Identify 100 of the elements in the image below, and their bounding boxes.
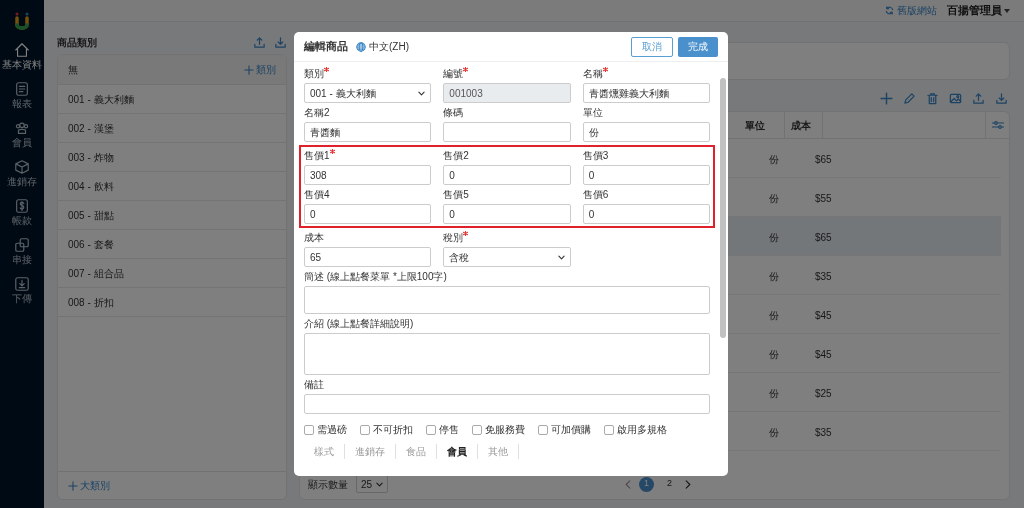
column-header[interactable]: 單位 bbox=[745, 117, 765, 133]
table-cell: $45 bbox=[815, 310, 832, 321]
field-label: 備註 bbox=[304, 378, 324, 392]
field-label: 售價3 bbox=[582, 149, 609, 163]
column-header[interactable]: 成本 bbox=[791, 117, 811, 133]
table-cell: $35 bbox=[815, 427, 832, 438]
table-cell: $65 bbox=[815, 154, 832, 165]
add-major-category-button[interactable]: 大類別 bbox=[68, 478, 110, 493]
table-cell: 份 bbox=[769, 193, 779, 204]
download-icon[interactable] bbox=[995, 91, 1008, 105]
logo-icon bbox=[14, 12, 30, 32]
text-area[interactable] bbox=[304, 333, 710, 375]
input-field[interactable] bbox=[443, 122, 571, 142]
tab[interactable]: 樣式 bbox=[304, 443, 345, 459]
upload-icon[interactable] bbox=[972, 91, 985, 105]
dollar-icon bbox=[14, 198, 30, 214]
input-field[interactable]: 65 bbox=[304, 247, 432, 267]
input-field[interactable]: 0 bbox=[304, 204, 432, 224]
text-area[interactable] bbox=[304, 286, 710, 314]
nav-item[interactable]: 帳款 bbox=[1, 197, 43, 227]
nav-item[interactable]: 串接 bbox=[1, 236, 43, 266]
chevron-right-icon[interactable] bbox=[685, 479, 691, 489]
nav-item[interactable]: 會員 bbox=[1, 119, 43, 149]
checkbox-label[interactable]: 需過磅 bbox=[317, 422, 347, 437]
category-item[interactable]: 003 - 炸物 bbox=[68, 149, 114, 165]
column-settings-icon[interactable] bbox=[991, 120, 1004, 130]
input-field[interactable]: 0 bbox=[443, 204, 571, 224]
table-cell: $65 bbox=[815, 232, 832, 243]
chevron-down-icon bbox=[418, 90, 426, 96]
user-menu[interactable]: 百揚管理員 bbox=[947, 2, 1010, 19]
checkbox[interactable] bbox=[538, 424, 548, 435]
confirm-button[interactable]: 完成 bbox=[678, 36, 718, 57]
checkbox[interactable] bbox=[360, 424, 370, 435]
cancel-button[interactable]: 取消 bbox=[631, 36, 673, 57]
page-button[interactable]: 2 bbox=[662, 476, 677, 492]
input-field[interactable]: 0 bbox=[443, 165, 571, 185]
table-cell: 份 bbox=[769, 427, 779, 438]
trash-icon[interactable] bbox=[926, 91, 939, 105]
input-field[interactable] bbox=[304, 394, 710, 414]
chevron-down-icon bbox=[376, 481, 384, 487]
globe-icon bbox=[356, 41, 366, 52]
table-cell: $55 bbox=[815, 193, 832, 204]
input-field[interactable]: 0 bbox=[582, 165, 710, 185]
category-item[interactable]: 002 - 漢堡 bbox=[68, 120, 114, 136]
input-field[interactable]: 份 bbox=[582, 122, 710, 142]
select-field[interactable]: 含稅 bbox=[443, 247, 571, 267]
input-field[interactable]: 青醬燻雞義大利麵 bbox=[582, 83, 710, 103]
checkbox[interactable] bbox=[604, 424, 614, 435]
document-icon bbox=[14, 81, 30, 97]
checkbox[interactable] bbox=[426, 424, 436, 435]
category-item[interactable]: 004 - 飲料 bbox=[68, 178, 114, 194]
category-header-label: 無 bbox=[68, 63, 78, 77]
table-cell: 份 bbox=[769, 310, 779, 321]
input-field: 001003 bbox=[443, 83, 571, 103]
field-label: 簡述 (線上點餐菜單 *上限100字) bbox=[304, 270, 447, 284]
field-label: 售價5 bbox=[443, 188, 469, 202]
input-field[interactable]: 0 bbox=[582, 204, 710, 224]
image-icon[interactable] bbox=[949, 91, 962, 105]
field-label: 成本 bbox=[304, 231, 324, 245]
checkbox-label[interactable]: 免服務費 bbox=[485, 422, 525, 437]
checkbox-label[interactable]: 啟用多規格 bbox=[617, 422, 667, 437]
checkbox[interactable] bbox=[304, 424, 314, 435]
category-item[interactable]: 007 - 組合品 bbox=[68, 265, 124, 281]
input-field[interactable]: 308 bbox=[304, 165, 432, 185]
upload-icon[interactable] bbox=[253, 35, 266, 49]
plus-icon[interactable] bbox=[880, 91, 893, 105]
plus-icon bbox=[244, 64, 254, 75]
page-button[interactable]: 1 bbox=[639, 476, 654, 492]
tab[interactable]: 其他 bbox=[478, 443, 519, 459]
select-field[interactable]: 001 - 義大利麵 bbox=[304, 83, 432, 103]
category-item[interactable]: 008 - 折扣 bbox=[68, 294, 114, 310]
category-item[interactable]: 005 - 甜點 bbox=[68, 207, 114, 223]
nav-item[interactable]: 報表 bbox=[1, 80, 43, 110]
pencil-icon[interactable] bbox=[903, 91, 916, 105]
field-label: 售價6 bbox=[582, 188, 609, 202]
tab[interactable]: 進銷存 bbox=[345, 443, 396, 459]
add-category-button[interactable]: 類別 bbox=[244, 62, 276, 77]
category-item[interactable]: 001 - 義大利麵 bbox=[68, 91, 134, 107]
chevron-left-icon[interactable] bbox=[625, 479, 631, 489]
nav-item[interactable]: 下傳 bbox=[1, 275, 43, 305]
input-field[interactable]: 青醬麵 bbox=[304, 122, 432, 142]
checkbox[interactable] bbox=[472, 424, 482, 435]
checkbox-label[interactable]: 停售 bbox=[439, 422, 459, 437]
language-selector[interactable]: 中文(ZH) bbox=[356, 39, 409, 54]
field-label: 售價2 bbox=[443, 149, 469, 163]
table-cell: 份 bbox=[769, 154, 779, 165]
old-site-link[interactable]: 舊版網站 bbox=[885, 3, 937, 18]
table-cell: 份 bbox=[769, 232, 779, 243]
page-size-label: 顯示數量 bbox=[308, 477, 348, 492]
tab[interactable]: 會員 bbox=[437, 443, 478, 459]
table-cell: $35 bbox=[815, 271, 832, 282]
download-icon[interactable] bbox=[274, 35, 287, 49]
nav-item[interactable]: 進銷存 bbox=[1, 158, 43, 188]
refresh-icon bbox=[885, 6, 894, 15]
checkbox-label[interactable]: 不可折扣 bbox=[373, 422, 413, 437]
category-item[interactable]: 006 - 套餐 bbox=[68, 236, 114, 252]
tab[interactable]: 食品 bbox=[396, 443, 437, 459]
nav-item[interactable]: 基本資料 bbox=[1, 41, 43, 71]
table-cell: $25 bbox=[815, 388, 832, 399]
checkbox-label[interactable]: 可加價購 bbox=[551, 422, 591, 437]
